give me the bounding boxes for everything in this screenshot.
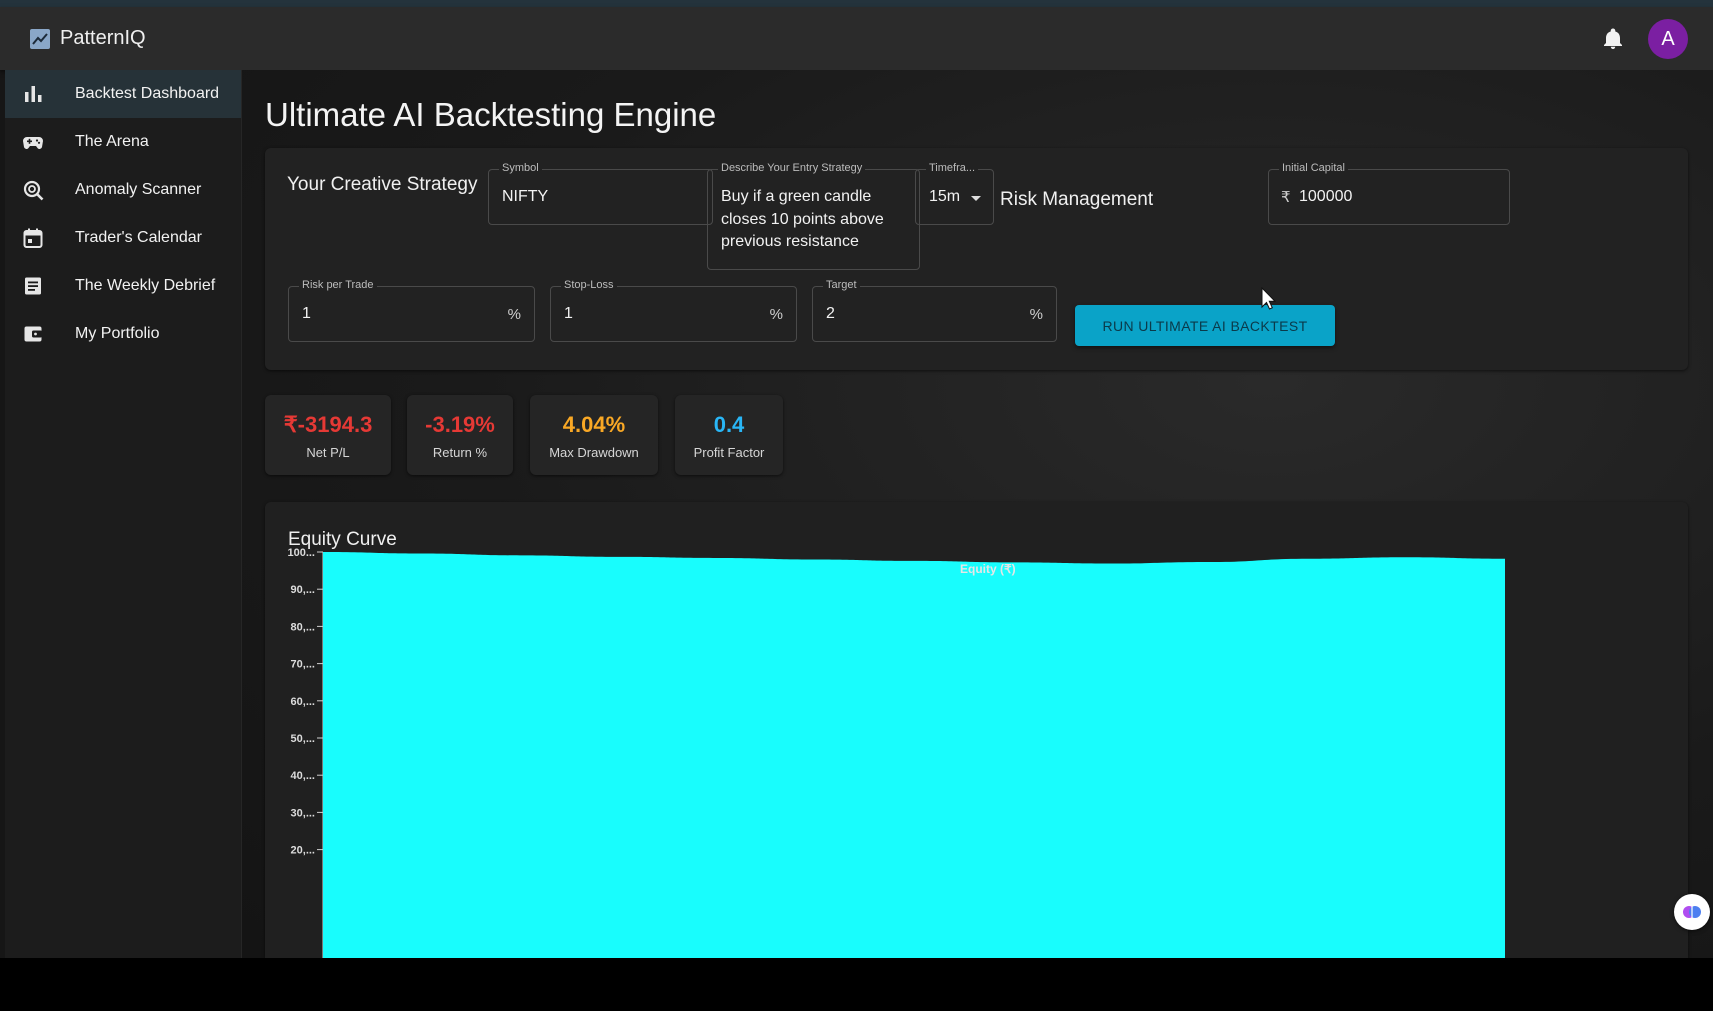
equity-chart-panel: Equity Curve 100... 90,... 80,... 70,... 60,… — [265, 502, 1688, 958]
stop-loss-label: Stop-Loss — [561, 279, 617, 291]
initial-capital-value: 100000 — [1299, 188, 1353, 205]
brand[interactable]: PatternIQ — [30, 27, 146, 50]
app-name: PatternIQ — [60, 27, 146, 49]
symbol-field[interactable]: Symbol NIFTY — [488, 162, 713, 225]
sidebar-item-weekly-debrief[interactable]: The Weekly Debrief — [5, 262, 241, 310]
sidebar-item-backtest-dashboard[interactable]: Backtest Dashboard — [5, 70, 241, 118]
risk-per-trade-label: Risk per Trade — [299, 279, 377, 291]
sidebar: Backtest Dashboard The Arena Anomaly Sca… — [5, 70, 242, 958]
symbol-field-label: Symbol — [499, 162, 542, 174]
sidebar-item-label: My Portfolio — [75, 325, 160, 342]
y-tick-label: 50,... — [291, 733, 315, 745]
profit-factor-value: 0.4 — [713, 412, 745, 437]
gamepad-icon — [23, 137, 43, 150]
stop-loss-value: 1 — [564, 305, 573, 322]
y-tick-label: 40,... — [291, 770, 315, 782]
y-tick-label: 80,... — [291, 621, 315, 633]
timeframe-label: Timefra... — [926, 162, 979, 174]
max-drawdown-value: 4.04% — [562, 412, 626, 437]
return-value: -3.19% — [425, 412, 495, 437]
max-drawdown-label: Max Drawdown — [549, 445, 639, 460]
avatar[interactable]: A — [1648, 19, 1688, 59]
sidebar-item-label: The Weekly Debrief — [75, 277, 216, 294]
sidebar-item-traders-calendar[interactable]: Trader's Calendar — [5, 214, 241, 262]
target-field[interactable]: Target 2 % — [812, 279, 1057, 342]
symbol-field-value: NIFTY — [502, 188, 549, 205]
y-tick-label: 20,... — [291, 845, 315, 857]
strategy-section-label: Your Creative Strategy — [287, 174, 478, 195]
return-label: Return % — [432, 445, 488, 460]
y-tick-label: 90,... — [291, 584, 315, 596]
run-backtest-button[interactable]: RUN ULTIMATE AI BACKTEST — [1075, 305, 1335, 346]
chevron-down-icon — [971, 196, 981, 201]
app-screen: PatternIQ A Backtest Dashboard The Arena — [0, 0, 1713, 958]
stop-loss-field[interactable]: Stop-Loss 1 % — [550, 279, 797, 342]
bell-icon[interactable] — [1601, 27, 1625, 51]
sidebar-item-label: Trader's Calendar — [75, 229, 202, 246]
stat-card-max-drawdown: 4.04% Max Drawdown — [530, 395, 658, 475]
wallet-icon — [24, 326, 42, 342]
initial-capital-field[interactable]: Initial Capital ₹ 100000 — [1268, 162, 1510, 225]
y-tick-label: 100... — [287, 547, 315, 559]
stat-card-return: -3.19% Return % — [407, 395, 513, 475]
rupee-prefix: ₹ — [1281, 189, 1291, 206]
brain-icon — [1683, 906, 1701, 918]
strategy-form-panel: Your Creative Strategy Symbol NIFTY Desc… — [265, 148, 1688, 370]
article-icon — [25, 277, 41, 295]
app-bar: PatternIQ A — [0, 7, 1713, 70]
page-title: Ultimate AI Backtesting Engine — [265, 96, 717, 133]
y-tick-label: 30,... — [291, 807, 315, 819]
y-tick-label: 60,... — [291, 696, 315, 708]
sidebar-item-the-arena[interactable]: The Arena — [5, 118, 241, 166]
bar-chart-icon — [25, 86, 42, 102]
risk-per-trade-value: 1 — [302, 305, 311, 322]
legend-label: Equity (₹) — [960, 562, 1016, 576]
profit-factor-label: Profit Factor — [693, 445, 765, 460]
timeframe-select[interactable]: Timefra... 15m — [915, 162, 994, 225]
sidebar-item-label: The Arena — [75, 133, 149, 150]
stat-card-net-pl: ₹-3194.3 Net P/L — [265, 395, 391, 475]
equity-area-series — [323, 552, 1505, 958]
legend-swatch — [937, 568, 953, 571]
entry-strategy-label: Describe Your Entry Strategy — [718, 162, 866, 174]
browser-top-strip — [0, 0, 1713, 7]
search-scan-icon — [23, 180, 44, 201]
percent-suffix: % — [1029, 306, 1043, 323]
net-pl-label: Net P/L — [306, 445, 350, 460]
timeframe-value: 15m — [929, 188, 961, 205]
risk-section-label: Risk Management — [1000, 189, 1154, 210]
percent-suffix: % — [769, 306, 783, 323]
sidebar-item-label: Backtest Dashboard — [75, 85, 220, 102]
target-label: Target — [823, 279, 860, 291]
equity-chart: 100... 90,... 80,... 70,... 60,... 50,... 40,.… — [287, 547, 1505, 958]
risk-per-trade-field[interactable]: Risk per Trade 1 % — [288, 279, 535, 342]
y-tick-label: 70,... — [291, 659, 315, 671]
stat-card-profit-factor: 0.4 Profit Factor — [675, 395, 783, 475]
sidebar-item-my-portfolio[interactable]: My Portfolio — [5, 310, 241, 358]
target-value: 2 — [826, 305, 835, 322]
mouse-cursor-icon — [1261, 287, 1277, 310]
chart-logo-icon — [30, 28, 50, 49]
sidebar-item-label: Anomaly Scanner — [75, 181, 202, 198]
calendar-icon — [23, 228, 43, 248]
entry-strategy-text: Buy if a green candle closes 10 points a… — [721, 188, 884, 250]
assistant-float-button[interactable] — [1674, 894, 1710, 930]
entry-strategy-field[interactable]: Describe Your Entry Strategy Buy if a gr… — [707, 162, 920, 270]
percent-suffix: % — [507, 306, 521, 323]
initial-capital-label: Initial Capital — [1279, 162, 1348, 174]
net-pl-value: ₹-3194.3 — [283, 412, 373, 437]
sidebar-item-anomaly-scanner[interactable]: Anomaly Scanner — [5, 166, 241, 214]
